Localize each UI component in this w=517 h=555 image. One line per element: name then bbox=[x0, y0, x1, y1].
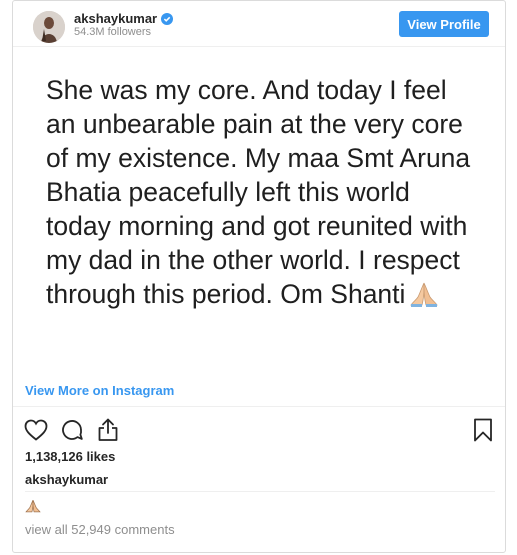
post-text-line: of my existence. My maa Smt Aruna bbox=[46, 143, 471, 173]
post-text-line-final: through this period. Om Shanti bbox=[46, 279, 406, 309]
post-image[interactable]: She was my core. And today I feel an unb… bbox=[13, 47, 505, 373]
post-header: akshaykumar 54.3M followers View Profile bbox=[13, 1, 505, 47]
view-all-comments-link[interactable]: view all 52,949 comments bbox=[25, 522, 175, 537]
post-text-line: Bhatia peacefully left this world bbox=[46, 177, 410, 207]
avatar[interactable] bbox=[33, 11, 65, 43]
followers-count: 54.3M followers bbox=[74, 26, 152, 38]
view-profile-button[interactable]: View Profile bbox=[399, 11, 489, 37]
likes-count[interactable]: 1,138,126 likes bbox=[25, 449, 115, 464]
folded-hands-icon bbox=[409, 281, 439, 315]
caption-username[interactable]: akshaykumar bbox=[25, 472, 108, 487]
username-row: akshaykumar bbox=[74, 10, 174, 26]
post-text-line: my dad in the other world. I respect bbox=[46, 245, 460, 275]
share-icon[interactable] bbox=[95, 417, 121, 443]
divider bbox=[13, 406, 505, 407]
verified-badge-icon bbox=[161, 12, 174, 25]
post-text-line: an unbearable pain at the very core bbox=[46, 109, 463, 139]
caption-divider bbox=[25, 491, 495, 492]
post-text: She was my core. And today I feel an unb… bbox=[46, 73, 486, 315]
post-text-line: today morning and got reunited with bbox=[46, 211, 468, 241]
action-bar bbox=[23, 417, 121, 443]
instagram-embed: akshaykumar 54.3M followers View Profile… bbox=[12, 0, 506, 553]
avatar-image bbox=[33, 11, 65, 43]
caption-folded-hands-icon bbox=[25, 499, 41, 516]
view-more-link[interactable]: View More on Instagram bbox=[25, 383, 174, 398]
post-text-line-last: through this period. Om Shanti bbox=[46, 277, 486, 315]
bookmark-icon[interactable] bbox=[470, 417, 496, 443]
comment-icon[interactable] bbox=[59, 417, 85, 443]
post-text-line: She was my core. And today I feel bbox=[46, 75, 447, 105]
heart-icon[interactable] bbox=[23, 417, 49, 443]
username-link[interactable]: akshaykumar bbox=[74, 11, 157, 26]
